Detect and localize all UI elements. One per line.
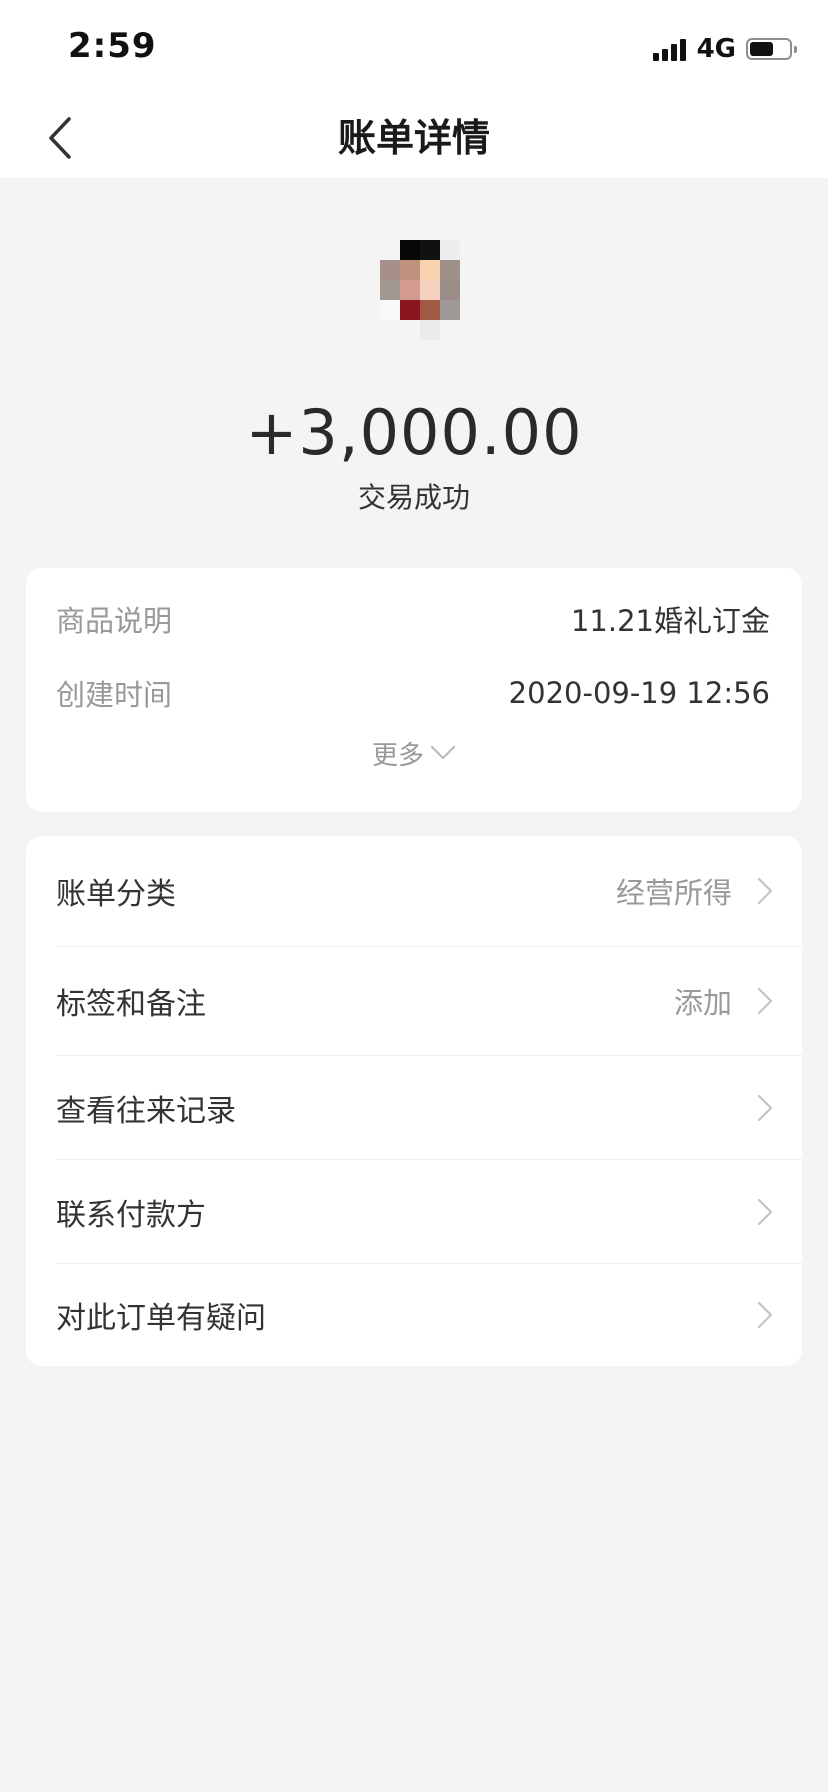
bill-category-item[interactable]: 账单分类 经营所得	[26, 836, 802, 946]
bill-category-value: 经营所得	[615, 876, 732, 910]
details-card: 商品说明 11.21婚礼订金 创建时间 2020-09-19 12:56 更多	[26, 568, 802, 812]
transaction-header: +3,000.00 交易成功	[0, 178, 828, 538]
status-time: 2:59	[68, 26, 157, 66]
signal-icon	[652, 37, 689, 61]
transaction-amount: +3,000.00	[245, 396, 583, 469]
contact-payer-label: 联系付款方	[56, 1197, 206, 1233]
order-question-item[interactable]: 对此订单有疑问	[26, 1264, 802, 1366]
product-description-value: 11.21婚礼订金	[570, 604, 770, 638]
battery-icon	[746, 38, 797, 60]
battery-cap	[794, 46, 797, 53]
contact-payer-item[interactable]: 联系付款方	[26, 1160, 802, 1263]
chevron-down-icon	[430, 745, 456, 760]
view-history-item[interactable]: 查看往来记录	[26, 1056, 802, 1159]
battery-level	[750, 42, 773, 56]
created-time-row: 创建时间 2020-09-19 12:56	[56, 668, 770, 718]
page-title: 账单详情	[337, 116, 490, 160]
bill-category-label: 账单分类	[56, 877, 176, 912]
order-question-label: 对此订单有疑问	[56, 1301, 266, 1336]
avatar	[380, 240, 460, 340]
chevron-right-icon	[757, 987, 773, 1015]
actions-card: 账单分类 经营所得 标签和备注 添加 查看往来记录 联系付款方 对此订单有疑问	[26, 836, 802, 1366]
more-button[interactable]: 更多	[26, 728, 802, 778]
product-description-row: 商品说明 11.21婚礼订金	[56, 594, 770, 644]
transaction-status: 交易成功	[357, 481, 470, 514]
product-description-label: 商品说明	[56, 604, 173, 638]
chevron-right-icon	[757, 1198, 773, 1225]
chevron-right-icon	[757, 1301, 773, 1329]
created-time-value: 2020-09-19 12:56	[508, 676, 770, 710]
chevron-right-icon	[757, 1094, 773, 1121]
network-label: 4G	[696, 34, 736, 64]
view-history-label: 查看往来记录	[56, 1093, 236, 1129]
tags-notes-label: 标签和备注	[56, 987, 206, 1022]
chevron-right-icon	[757, 877, 773, 905]
status-indicators: 4G	[652, 34, 797, 64]
navigation-bar: 账单详情	[0, 100, 828, 178]
status-bar: 2:59 4G	[0, 0, 828, 100]
tags-notes-item[interactable]: 标签和备注 添加	[26, 947, 802, 1055]
tags-notes-value: 添加	[673, 986, 732, 1020]
created-time-label: 创建时间	[56, 678, 173, 712]
more-label: 更多	[371, 740, 424, 771]
